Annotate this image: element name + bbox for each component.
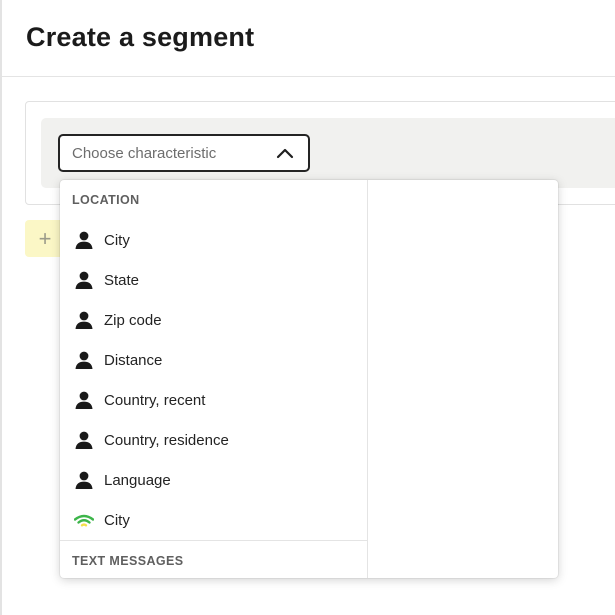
person-icon (75, 351, 93, 369)
list-item-label: Distance (104, 351, 163, 369)
list-item[interactable]: Country, residence (60, 420, 367, 460)
add-condition-button[interactable]: + (25, 220, 65, 257)
list-item[interactable]: City (60, 220, 367, 260)
list-item-label: City (104, 231, 130, 249)
left-border (0, 0, 2, 615)
plus-icon: + (38, 225, 52, 251)
characteristic-select[interactable]: Choose characteristic (58, 134, 310, 172)
chevron-up-icon (276, 148, 294, 159)
person-icon (75, 231, 93, 249)
list-item[interactable]: City (60, 500, 367, 540)
person-icon (75, 431, 93, 449)
section-divider (60, 540, 367, 541)
person-icon (75, 471, 93, 489)
list-item-label: Country, residence (104, 431, 229, 449)
list-item-label: State (104, 271, 140, 289)
page: Create a segment Choose characteristic +… (0, 0, 615, 615)
list-item[interactable]: State (60, 260, 367, 300)
list-item-label: Zip code (104, 311, 162, 329)
list-item[interactable]: Distance (60, 340, 367, 380)
wifi-icon (74, 514, 94, 527)
characteristic-dropdown: LOCATION City State Zip code Distance Co… (60, 180, 558, 578)
column-divider (367, 180, 368, 578)
list-item-label: City (104, 511, 130, 529)
list-item[interactable]: Language (60, 460, 367, 500)
page-header: Create a segment (2, 0, 615, 77)
characteristic-list: LOCATION City State Zip code Distance Co… (60, 180, 367, 578)
section-header-location: LOCATION (72, 193, 140, 207)
list-item-label: Language (104, 471, 171, 489)
person-icon (75, 271, 93, 289)
section-header-text-messages: TEXT MESSAGES (72, 554, 184, 568)
list-item[interactable]: Country, recent (60, 380, 367, 420)
list-item[interactable]: Zip code (60, 300, 367, 340)
person-icon (75, 391, 93, 409)
page-title: Create a segment (26, 22, 255, 52)
list-item-label: Country, recent (104, 391, 206, 409)
select-placeholder: Choose characteristic (72, 144, 217, 162)
person-icon (75, 311, 93, 329)
